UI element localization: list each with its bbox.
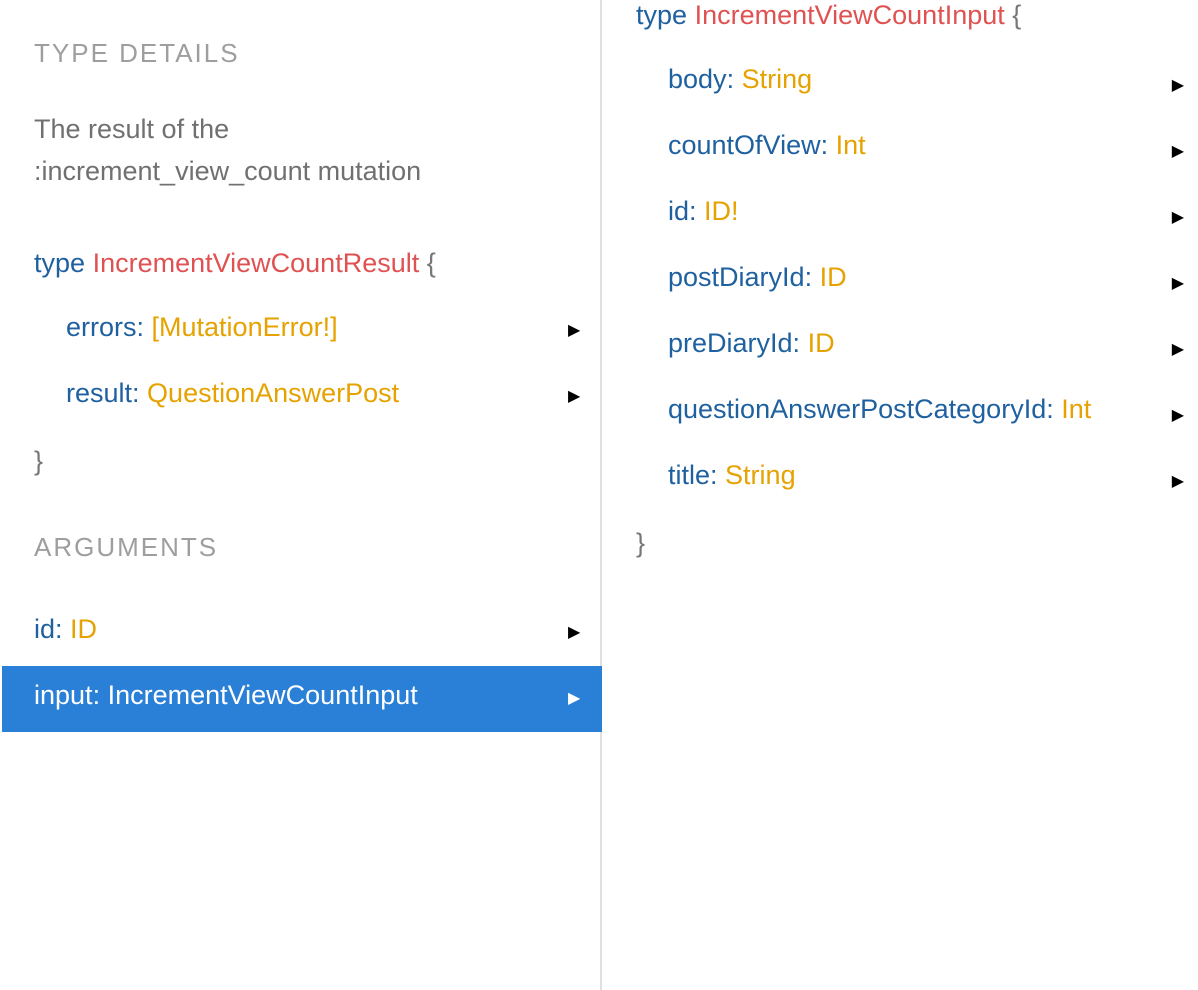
triangle-right-icon[interactable]: ▶ [568, 622, 580, 642]
triangle-right-icon[interactable]: ▶ [1172, 75, 1184, 95]
description-line-2: :increment_view_count mutation [34, 156, 422, 186]
field-signature: id: ID! [668, 196, 739, 226]
argument-row-input[interactable]: input: IncrementViewCountInput ▶ [2, 666, 602, 732]
field-signature: questionAnswerPostCategoryId: Int [668, 394, 1092, 424]
field-type[interactable]: String [742, 64, 813, 94]
type-description: The result of the :increment_view_count … [34, 108, 574, 192]
field-name: preDiaryId [668, 328, 793, 358]
field-name: result [66, 378, 133, 408]
field-type[interactable]: Int [1061, 394, 1091, 424]
input-field-row-questionanswerpostcategoryid[interactable]: questionAnswerPostCategoryId: Int ▶ [604, 380, 1198, 446]
input-field-row-prediaryid[interactable]: preDiaryId: ID ▶ [604, 314, 1198, 380]
field-name: errors [66, 312, 137, 342]
type-keyword: type [34, 248, 86, 278]
argument-row-id[interactable]: id: ID ▶ [2, 600, 602, 666]
input-field-row-postdiaryid[interactable]: postDiaryId: ID ▶ [604, 248, 1198, 314]
argument-name: input [34, 680, 93, 710]
field-signature: body: String [668, 64, 813, 94]
argument-signature: input: IncrementViewCountInput [34, 680, 418, 710]
type-keyword: type [636, 0, 688, 30]
field-signature: countOfView: Int [668, 130, 866, 160]
type-details-panel: TYPE DETAILS The result of the :incremen… [2, 0, 602, 990]
triangle-right-icon[interactable]: ▶ [568, 688, 580, 708]
close-brace: } [636, 528, 646, 558]
input-field-row-countofview[interactable]: countOfView: Int ▶ [604, 116, 1198, 182]
arguments-heading: ARGUMENTS [34, 532, 219, 562]
input-field-row-body[interactable]: body: String ▶ [604, 50, 1198, 116]
open-brace: { [426, 248, 436, 278]
triangle-right-icon[interactable]: ▶ [1172, 471, 1184, 491]
field-name: body [668, 64, 727, 94]
field-type[interactable]: Int [836, 130, 866, 160]
field-name: postDiaryId [668, 262, 805, 292]
triangle-right-icon[interactable]: ▶ [1172, 273, 1184, 293]
field-type[interactable]: String [725, 460, 796, 490]
triangle-right-icon[interactable]: ▶ [568, 320, 580, 340]
input-field-row-id[interactable]: id: ID! ▶ [604, 182, 1198, 248]
argument-name: id [34, 614, 56, 644]
triangle-right-icon[interactable]: ▶ [1172, 141, 1184, 161]
open-brace: { [1012, 0, 1022, 30]
triangle-right-icon[interactable]: ▶ [1172, 405, 1184, 425]
field-signature: title: String [668, 460, 796, 490]
field-signature: postDiaryId: ID [668, 262, 847, 292]
field-signature: preDiaryId: ID [668, 328, 835, 358]
field-type[interactable]: QuestionAnswerPost [147, 378, 399, 408]
field-type[interactable]: ID! [704, 196, 739, 226]
field-signature: result: QuestionAnswerPost [66, 378, 400, 408]
field-row-errors[interactable]: errors: [MutationError!] ▶ [2, 298, 602, 364]
field-name: questionAnswerPostCategoryId [668, 394, 1047, 424]
argument-type[interactable]: IncrementViewCountInput [108, 680, 418, 710]
argument-type[interactable]: ID [70, 614, 97, 644]
triangle-right-icon[interactable]: ▶ [1172, 339, 1184, 359]
field-name: countOfView [668, 130, 821, 160]
description-line-1: The result of the [34, 114, 230, 144]
field-signature: errors: [MutationError!] [66, 312, 338, 342]
input-type-header: type IncrementViewCountInput { [636, 0, 1021, 31]
argument-signature: id: ID [34, 614, 98, 644]
close-brace: } [34, 446, 44, 476]
field-row-result[interactable]: result: QuestionAnswerPost ▶ [2, 364, 602, 430]
triangle-right-icon[interactable]: ▶ [1172, 207, 1184, 227]
triangle-right-icon[interactable]: ▶ [568, 386, 580, 406]
field-name: title [668, 460, 711, 490]
input-type-panel: type IncrementViewCountInput { body: Str… [604, 0, 1198, 990]
type-name[interactable]: IncrementViewCountInput [695, 0, 1005, 30]
field-type[interactable]: ID [820, 262, 847, 292]
type-definition-header: type IncrementViewCountResult { [34, 248, 436, 279]
field-type[interactable]: ID [808, 328, 835, 358]
type-name[interactable]: IncrementViewCountResult [93, 248, 420, 278]
field-type[interactable]: [MutationError!] [152, 312, 338, 342]
field-name: id [668, 196, 690, 226]
input-field-row-title[interactable]: title: String ▶ [604, 446, 1198, 512]
type-details-heading: TYPE DETAILS [34, 38, 240, 68]
